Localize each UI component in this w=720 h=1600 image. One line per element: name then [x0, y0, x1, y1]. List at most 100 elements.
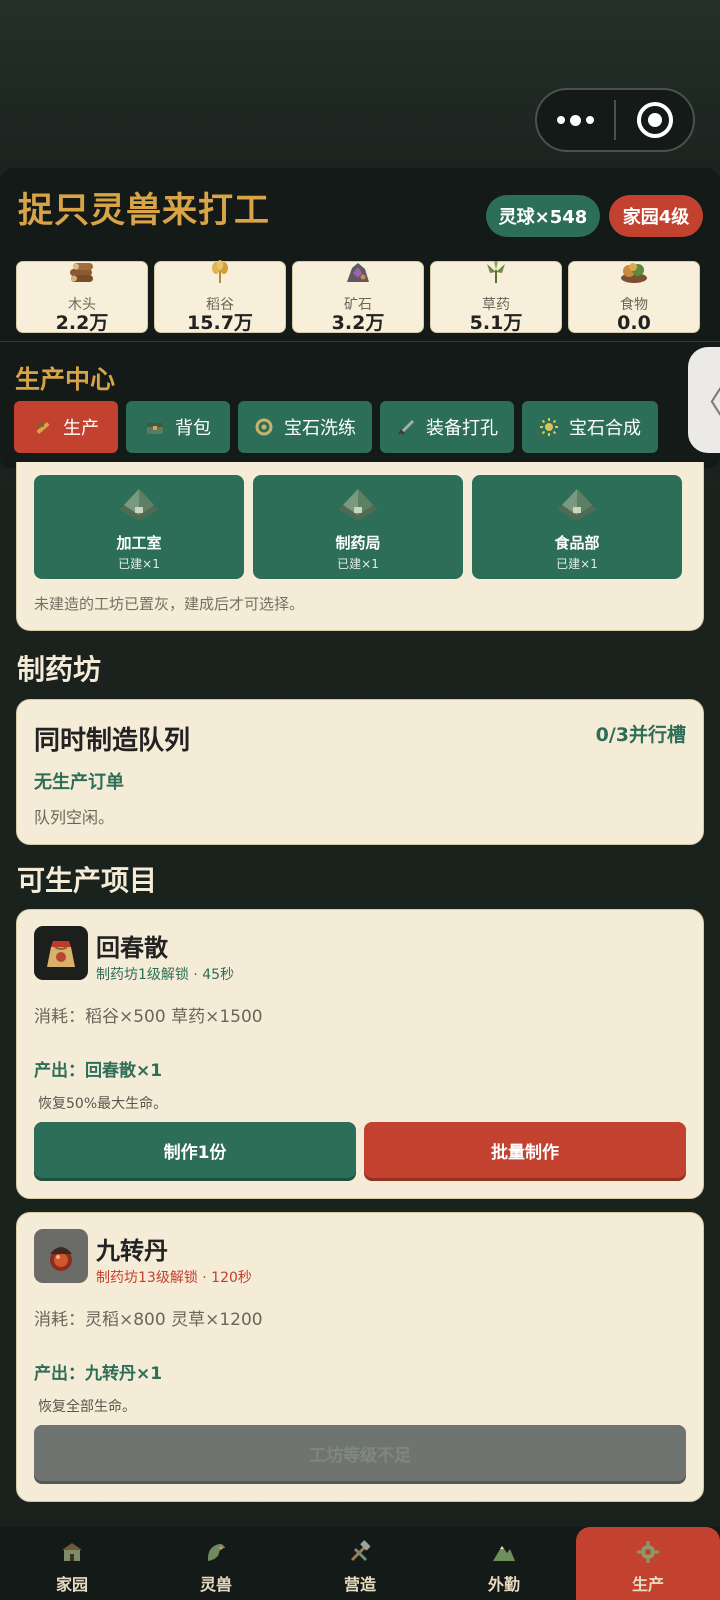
product-cost: 消耗：稻谷×500 草药×1500 [34, 1007, 263, 1027]
tab-label: 背包 [175, 418, 211, 439]
nav-label: 灵兽 [199, 1575, 232, 1594]
nav-beast[interactable]: 灵兽 [144, 1527, 288, 1600]
spirit-orb-badge: 灵球×548 [486, 195, 600, 237]
nav-build[interactable]: 营造 [288, 1527, 432, 1600]
sword-icon [398, 420, 414, 435]
workshop-count: 已建×1 [337, 557, 379, 571]
make-one-button[interactable]: 制作1份 [34, 1122, 356, 1178]
product-card: 回春散 制药坊1级解锁 · 45秒 消耗：稻谷×500 草药×1500 产出：回… [16, 909, 704, 1199]
more-button[interactable] [537, 90, 614, 150]
production-center: 生产中心 生产 背包 宝石洗练 装备打孔 宝石合成 [0, 342, 720, 468]
refresh-icon [255, 418, 273, 436]
tools-icon [350, 1540, 371, 1562]
resource-value: 15.7万 [187, 313, 253, 332]
more-dots-icon [557, 114, 595, 126]
tab-socket-drill[interactable]: 装备打孔 [380, 401, 514, 453]
building-icon [338, 489, 378, 521]
workshop-list: 加工室 已建×1 制药局 已建×1 食品部 已建×1 [34, 475, 682, 579]
section-title-pharmacy: 制药坊 [17, 653, 102, 686]
product-output: 产出：九转丹×1 [34, 1364, 163, 1384]
queue-slots: 0/3并行槽 [595, 724, 686, 746]
resource-label: 木头 [68, 297, 96, 313]
product-name: 九转丹 [96, 1237, 168, 1265]
game-title: 捉只灵兽来打工 [18, 191, 271, 231]
product-name: 回春散 [96, 934, 168, 962]
miniprogram-capsule [535, 88, 695, 152]
bottom-nav: 家园 灵兽 营造 外勤 生产 [0, 1527, 720, 1600]
product-description: 恢复全部生命。 [38, 1399, 136, 1415]
batch-make-button[interactable]: 批量制作 [364, 1122, 686, 1178]
workshop-pharmacy[interactable]: 制药局 已建×1 [253, 475, 463, 579]
resource-label: 矿石 [344, 297, 372, 313]
production-queue-card: 同时制造队列 0/3并行槽 无生产订单 队列空闲。 [16, 699, 704, 845]
resource-food: 食物 0.0 [568, 261, 700, 333]
section-title-products: 可生产项目 [17, 864, 158, 897]
product-unlock-info: 制药坊13级解锁 · 120秒 [96, 1270, 252, 1286]
resource-label: 草药 [482, 297, 510, 313]
nav-label: 生产 [631, 1575, 664, 1594]
home-icon [62, 1543, 82, 1561]
building-icon [557, 489, 597, 521]
nav-label: 家园 [55, 1575, 88, 1594]
queue-title: 同时制造队列 [34, 726, 191, 756]
hammer-icon [36, 421, 50, 434]
resource-wood: 木头 2.2万 [16, 261, 148, 333]
queue-empty-label: 无生产订单 [34, 772, 124, 793]
chest-icon [147, 423, 163, 434]
tab-production[interactable]: 生产 [14, 401, 118, 453]
resource-label: 食物 [620, 297, 648, 313]
workshop-count: 已建×1 [118, 557, 160, 571]
workshop-name: 加工室 [116, 534, 162, 552]
sun-gem-icon [540, 418, 558, 436]
close-button[interactable] [616, 90, 693, 150]
mountain-icon [493, 1546, 515, 1561]
workshop-processing[interactable]: 加工室 已建×1 [34, 475, 244, 579]
resource-grain: 稻谷 15.7万 [154, 260, 286, 333]
product-card: 九转丹 制药坊13级解锁 · 120秒 消耗：灵稻×800 灵草×1200 产出… [16, 1212, 704, 1502]
tab-label: 宝石洗练 [284, 418, 356, 439]
product-output: 产出：回春散×1 [34, 1061, 163, 1081]
food-icon [621, 263, 647, 283]
product-description: 恢复50%最大生命。 [38, 1096, 168, 1112]
locked-make-button[interactable]: 工坊等级不足 [34, 1425, 686, 1481]
tab-gem-combine[interactable]: 宝石合成 [522, 401, 658, 453]
medicine-pouch-icon [47, 941, 75, 967]
chevron-left-icon: 〈 [693, 386, 720, 421]
queue-idle-text: 队列空闲。 [34, 808, 115, 827]
nav-field[interactable]: 外勤 [432, 1527, 576, 1600]
production-center-title: 生产中心 [15, 365, 116, 394]
product-cost: 消耗：灵稻×800 灵草×1200 [34, 1310, 263, 1330]
tab-gem-refine[interactable]: 宝石洗练 [238, 401, 372, 453]
resource-ore: 矿石 3.2万 [292, 261, 424, 333]
resource-herb: 草药 5.1万 [430, 261, 562, 333]
game-header: 捉只灵兽来打工 灵球×548 家园4级 木头 2.2万 稻谷 15.7万 矿石 … [0, 168, 720, 342]
resource-label: 稻谷 [206, 297, 234, 313]
tab-label: 生产 [63, 418, 99, 439]
side-drawer-handle[interactable]: 〈 [688, 347, 720, 453]
resource-value: 2.2万 [55, 313, 109, 332]
workshop-food[interactable]: 食品部 已建×1 [472, 475, 682, 579]
tab-backpack[interactable]: 背包 [126, 401, 230, 453]
dragon-icon [207, 1544, 225, 1561]
resource-value: 3.2万 [331, 313, 385, 332]
tab-label: 装备打孔 [426, 418, 498, 439]
resource-value: 0.0 [617, 313, 651, 332]
workshop-card: 加工室 已建×1 制药局 已建×1 食品部 已建×1 未建造的工坊已置灰，建成后… [16, 462, 704, 631]
product-unlock-info: 制药坊1级解锁 · 45秒 [96, 967, 235, 983]
building-icon [119, 489, 159, 521]
nav-production[interactable]: 生产 [576, 1527, 720, 1600]
close-target-icon [636, 102, 673, 138]
workshop-name: 制药局 [335, 534, 381, 552]
ore-icon [347, 263, 369, 282]
home-level-badge: 家园4级 [609, 195, 703, 237]
wood-icon [70, 263, 93, 282]
product-icon-box [34, 926, 88, 980]
workshop-name: 食品部 [554, 534, 600, 552]
workshop-count: 已建×1 [556, 557, 598, 571]
tab-label: 宝石合成 [569, 418, 641, 439]
herb-icon [487, 261, 505, 283]
nav-label: 外勤 [487, 1575, 520, 1594]
elixir-pill-icon [50, 1247, 72, 1271]
nav-home[interactable]: 家园 [0, 1527, 144, 1600]
product-icon-box [34, 1229, 88, 1283]
